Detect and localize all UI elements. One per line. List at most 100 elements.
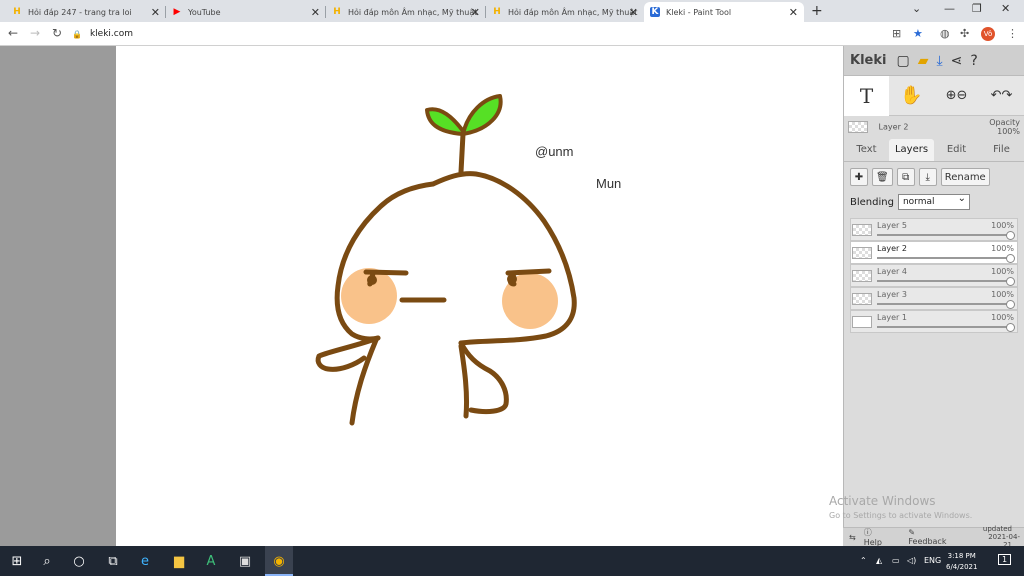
blending-select[interactable]: normal — [897, 192, 970, 210]
layer-opacity: 100% — [991, 267, 1014, 276]
tab-title: YouTube — [188, 7, 221, 17]
translate-icon[interactable]: ⊞ — [892, 27, 901, 40]
chrome-icon[interactable]: ◉ — [270, 552, 288, 570]
browser-tab-3[interactable]: H Hỏi đáp môn Âm nhạc, Mỹ thuật ✕ — [326, 2, 486, 22]
kleki-footer: ⇆ ⓘ Help ✎ Feedback updated 2021-04-21 — [843, 525, 1024, 549]
minimize-icon[interactable]: — — [944, 2, 955, 15]
menu-dots-icon[interactable]: ⋮ — [1007, 27, 1018, 40]
rename-button[interactable]: Rename — [940, 168, 990, 186]
new-tab-button[interactable]: + — [811, 3, 823, 19]
slider-knob[interactable] — [1006, 323, 1015, 332]
tab-layers[interactable]: Layers — [889, 139, 934, 161]
kleki-logo: Kleki — [850, 53, 887, 68]
tray-chevron-icon[interactable]: ⌃ — [860, 556, 867, 565]
notification-icon[interactable]: 1 — [998, 554, 1012, 565]
zoom-icon[interactable]: ⊕⊖ — [934, 76, 979, 116]
browser-tab-5[interactable]: K Kleki - Paint Tool ✕ — [644, 2, 804, 22]
clock-time: 3:18 PM — [947, 552, 976, 560]
layer-row[interactable]: Layer 1 100% — [850, 310, 1018, 333]
puzzle-icon[interactable]: ✣ — [960, 27, 969, 40]
layer-opacity-slider[interactable] — [877, 257, 1013, 259]
network-icon[interactable]: ◭ — [876, 556, 882, 565]
download-icon[interactable]: ⤓ — [936, 53, 942, 69]
head-right-outline — [430, 171, 577, 346]
browser-tab-1[interactable]: H Hỏi đáp 247 - trang tra loi ✕ — [6, 2, 166, 22]
hand-tool-button[interactable]: ✋ — [889, 76, 934, 116]
layer-thumbnail — [852, 224, 872, 236]
layer-opacity: 100% — [991, 221, 1014, 230]
browser-tab-2[interactable]: ▶ YouTube ✕ — [166, 2, 326, 22]
text-tool-button[interactable]: T — [844, 75, 889, 116]
layer-opacity-slider[interactable] — [877, 234, 1013, 236]
slider-knob[interactable] — [1006, 231, 1015, 240]
layer-thumbnail — [852, 247, 872, 259]
battery-icon[interactable]: ▭ — [892, 556, 900, 565]
profile-avatar[interactable]: Vô — [981, 27, 995, 41]
feedback-link[interactable]: ✎ Feedback — [908, 528, 963, 546]
duplicate-layer-button[interactable]: ⧉ — [896, 168, 915, 186]
new-image-icon[interactable]: ▢ — [896, 53, 909, 69]
file-explorer-icon[interactable]: ▆ — [170, 552, 188, 570]
delete-layer-button[interactable]: 🗑 — [872, 168, 893, 186]
undo-redo-icon[interactable]: ↶↷ — [979, 76, 1024, 116]
language-indicator[interactable]: ENG — [924, 556, 941, 565]
opacity-value: 100% — [997, 127, 1020, 136]
layer-row[interactable]: Layer 5 100% — [850, 218, 1018, 241]
tab-edit[interactable]: Edit — [934, 139, 979, 161]
reload-icon[interactable]: ↻ — [52, 26, 62, 40]
slider-knob[interactable] — [1006, 277, 1015, 286]
bookmark-star-icon[interactable]: ★ — [913, 27, 923, 40]
layer-row[interactable]: Layer 4 100% — [850, 264, 1018, 287]
panel-tabs: Text Layers Edit File — [844, 138, 1024, 162]
add-layer-button[interactable]: ✚ — [850, 168, 868, 186]
restore-icon[interactable]: ❐ — [972, 2, 982, 15]
layer-opacity-slider[interactable] — [877, 280, 1013, 282]
hoidap-favicon-icon: H — [333, 7, 341, 17]
slider-knob[interactable] — [1006, 254, 1015, 263]
close-icon[interactable]: ✕ — [789, 6, 798, 19]
forward-icon[interactable]: → — [30, 26, 40, 40]
omnibox[interactable]: 🔒 kleki.com — [72, 25, 872, 43]
browser-tab-strip: H Hỏi đáp 247 - trang tra loi ✕ ▶ YouTub… — [0, 0, 1024, 22]
layer-row[interactable]: Layer 3 100% — [850, 287, 1018, 310]
tab-search-icon[interactable]: ⌄ — [912, 2, 921, 15]
help-link[interactable]: ⓘ Help — [864, 527, 901, 547]
help-icon[interactable]: ? — [970, 53, 977, 69]
hoidap-favicon-icon: H — [493, 7, 501, 17]
back-icon[interactable]: ← — [8, 26, 18, 40]
layer-opacity-slider[interactable] — [877, 303, 1013, 305]
close-window-icon[interactable]: ✕ — [1001, 2, 1010, 15]
open-folder-icon[interactable]: ▰ — [918, 53, 929, 69]
cortana-icon[interactable]: ○ — [70, 552, 88, 570]
taskbar-clock[interactable]: 3:18 PM 6/4/2021 — [946, 551, 977, 573]
watermark-title: Activate Windows — [829, 494, 936, 508]
drawing-canvas[interactable]: @unm Mun — [116, 46, 843, 546]
layer-row-selected[interactable]: Layer 2 100% — [850, 241, 1018, 264]
close-icon[interactable]: ✕ — [151, 6, 160, 19]
tab-text[interactable]: Text — [844, 139, 889, 161]
layer-name: Layer 2 — [877, 244, 907, 253]
stem — [458, 131, 466, 175]
tab-file[interactable]: File — [979, 139, 1024, 161]
swap-icon[interactable]: ⇆ — [849, 533, 856, 542]
close-icon[interactable]: ✕ — [471, 6, 480, 19]
windows-start-icon[interactable]: ⊞ — [8, 552, 26, 570]
close-icon[interactable]: ✕ — [629, 6, 638, 19]
search-icon[interactable]: ⌕ — [38, 552, 56, 570]
store-icon[interactable]: ▣ — [236, 552, 254, 570]
app-icon[interactable]: A — [202, 552, 220, 570]
browser-tab-4[interactable]: H Hỏi đáp môn Âm nhạc, Mỹ thuật ✕ — [486, 2, 644, 22]
share-icon[interactable]: ⋖ — [951, 53, 963, 69]
slider-knob[interactable] — [1006, 300, 1015, 309]
edge-icon[interactable]: e — [136, 552, 154, 570]
task-view-icon[interactable]: ⧉ — [104, 552, 122, 570]
layer-opacity-slider[interactable] — [877, 326, 1013, 328]
layer-opacity: 100% — [991, 290, 1014, 299]
extension-icon[interactable]: ◍ — [940, 27, 950, 40]
tool-row: T ✋ ⊕⊖ ↶↷ — [844, 75, 1024, 116]
canvas-background — [0, 46, 116, 546]
merge-layer-button[interactable]: ⤓ — [918, 168, 937, 186]
volume-icon[interactable]: ◁) — [907, 556, 916, 565]
close-icon[interactable]: ✕ — [311, 6, 320, 19]
layer-name: Layer 1 — [877, 313, 907, 322]
